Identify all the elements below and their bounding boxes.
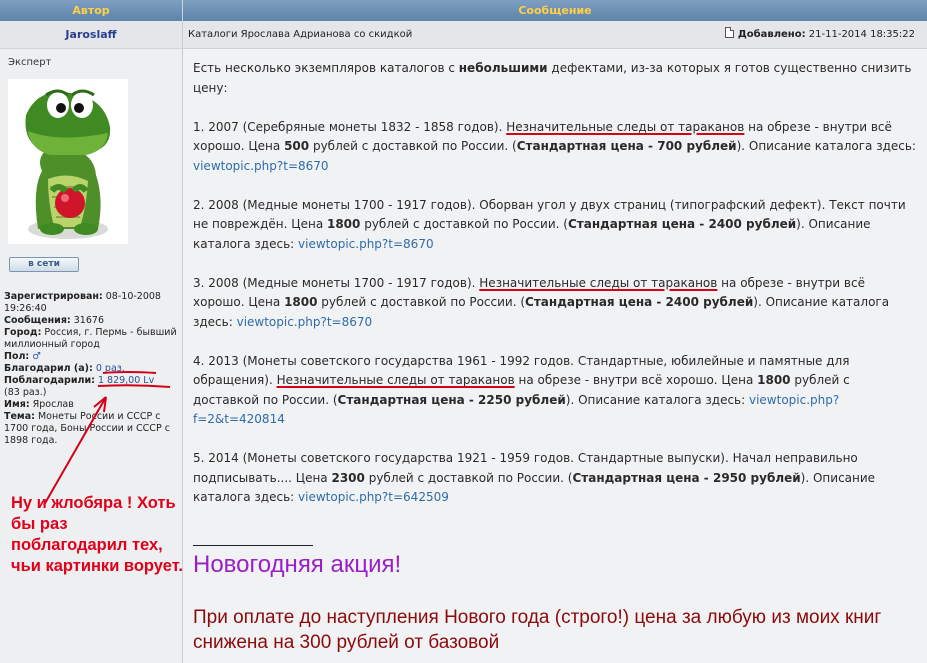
post-subject-bar: Каталоги Ярослава Адрианова со скидкой Д… [183,21,927,49]
was-thanked-underline-stroke [97,384,171,388]
catalog-link-5[interactable]: viewtopic.php?t=642509 [298,490,449,504]
post-body: Есть несколько экземпляров каталогов с н… [193,59,918,527]
post-date: Добавлено: 21-11-2014 18:35:22 [724,21,915,48]
message-column-header: Сообщение [183,0,927,21]
catalog-item-4: 4. 2013 (Монеты советского государства 1… [193,353,850,427]
catalog-item-3: 3. 2008 (Медные монеты 1700 - 1917 годов… [193,275,890,329]
post-subject[interactable]: Каталоги Ярослава Адрианова со скидкой [188,21,412,48]
promo-title: Новогодняя акция! [193,551,402,578]
thanked-underline-stroke [102,371,157,374]
catalog-item-5: 5. 2014 (Монеты советского государства 1… [193,451,876,504]
arrow-head [93,396,107,413]
post-document-icon[interactable] [724,27,734,38]
message-panel: Каталоги Ярослава Адрианова со скидкой Д… [183,21,927,663]
catalog-link-3[interactable]: viewtopic.php?t=8670 [237,315,373,329]
author-column-header: Автор [0,0,183,21]
red-annotation-text: Ну и жлобяра ! Хоть бы раз поблагодарил … [11,494,183,575]
catalog-link-1[interactable]: viewtopic.php?t=8670 [193,159,329,173]
catalog-item-2: 2. 2008 (Медные монеты 1700 - 1917 годов… [193,197,906,251]
arrow-shaft [43,396,107,506]
promo-text: При оплате до наступления Нового года (с… [193,607,882,653]
catalog-link-2[interactable]: viewtopic.php?t=8670 [298,237,434,251]
signature-divider [193,545,313,546]
catalog-item-1: 1. 2007 (Серебряные монеты 1832 - 1858 г… [193,119,916,173]
post-intro: Есть несколько экземпляров каталогов с н… [193,61,912,95]
